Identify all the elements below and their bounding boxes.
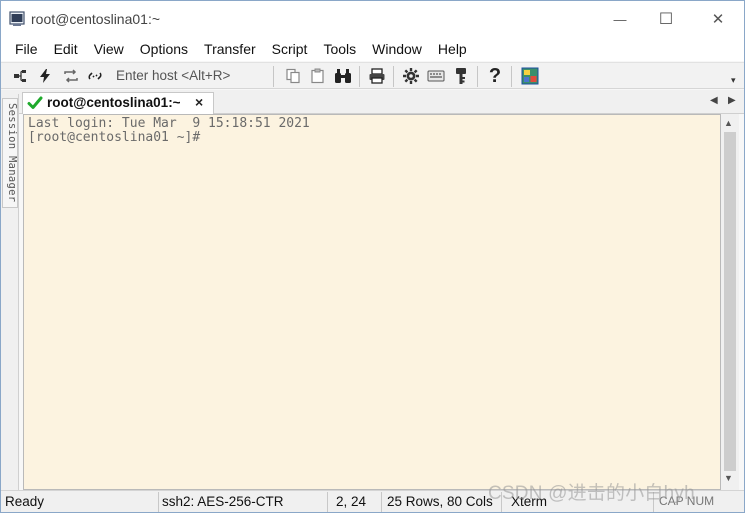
scrollbar-thumb[interactable] bbox=[724, 132, 736, 471]
session-manager-tab[interactable]: Session Manager bbox=[2, 98, 18, 208]
toolbar: Enter host <Alt+R> ? ▾ bbox=[1, 62, 744, 89]
tab-scroll-right-icon[interactable]: ▶ bbox=[728, 95, 736, 106]
tab-scroll-left-icon[interactable]: ◀ bbox=[710, 95, 718, 106]
close-button[interactable]: ✕ bbox=[695, 5, 741, 33]
tab-label: root@centoslina01:~ bbox=[47, 95, 181, 110]
sftp-icon[interactable] bbox=[519, 66, 541, 86]
enter-host-input[interactable]: Enter host <Alt+R> bbox=[116, 68, 230, 83]
key-icon[interactable] bbox=[450, 66, 472, 86]
menu-help[interactable]: Help bbox=[430, 38, 475, 60]
paste-icon[interactable] bbox=[307, 66, 329, 86]
terminal-pane[interactable]: Last login: Tue Mar 9 15:18:51 2021 [roo… bbox=[23, 114, 721, 490]
toolbar-divider bbox=[359, 66, 360, 87]
copy-icon[interactable] bbox=[282, 66, 304, 86]
status-divider bbox=[327, 492, 328, 512]
terminal-scrollbar[interactable]: ▲ ▼ bbox=[721, 114, 739, 490]
close-icon: ✕ bbox=[711, 11, 725, 28]
maximize-button[interactable]: ☐ bbox=[643, 5, 689, 33]
status-divider bbox=[158, 492, 159, 512]
minimize-button[interactable]: — bbox=[597, 5, 643, 33]
tab-close-icon[interactable]: × bbox=[195, 94, 203, 110]
securecrt-app-icon bbox=[9, 11, 25, 27]
menu-view[interactable]: View bbox=[86, 38, 132, 60]
terminal-prompt-line: [root@centoslina01 ~]# bbox=[28, 130, 201, 145]
menu-file[interactable]: File bbox=[7, 38, 46, 60]
connected-check-icon bbox=[27, 95, 43, 114]
toolbar-overflow-icon[interactable]: ▾ bbox=[731, 75, 736, 86]
menu-edit[interactable]: Edit bbox=[46, 38, 86, 60]
scroll-up-icon[interactable]: ▲ bbox=[724, 118, 733, 128]
menu-options[interactable]: Options bbox=[132, 38, 196, 60]
status-cursor-position: 2, 24 bbox=[336, 494, 367, 509]
find-icon[interactable] bbox=[332, 66, 354, 86]
keymap-icon[interactable] bbox=[425, 66, 447, 86]
session-manager-strip: Session Manager bbox=[1, 94, 19, 490]
maximize-icon: ☐ bbox=[658, 11, 674, 28]
menu-bar: File Edit View Options Transfer Script T… bbox=[1, 37, 744, 61]
toolbar-divider bbox=[477, 66, 478, 87]
status-cipher: ssh2: AES-256-CTR bbox=[162, 494, 284, 509]
menu-transfer[interactable]: Transfer bbox=[196, 38, 264, 60]
connect-icon[interactable] bbox=[10, 66, 32, 86]
settings-icon[interactable] bbox=[400, 66, 422, 86]
minimize-icon: — bbox=[613, 11, 627, 27]
status-divider bbox=[381, 492, 382, 512]
terminal-line: Last login: Tue Mar 9 15:18:51 2021 bbox=[28, 116, 310, 131]
help-icon[interactable]: ? bbox=[484, 65, 506, 87]
quick-connect-icon[interactable] bbox=[34, 66, 56, 86]
reconnect-icon[interactable] bbox=[60, 66, 82, 86]
toolbar-divider bbox=[393, 66, 394, 87]
toolbar-divider bbox=[273, 66, 274, 87]
disconnect-icon[interactable] bbox=[84, 66, 106, 86]
session-manager-label: Session Manager bbox=[6, 103, 18, 203]
toolbar-divider bbox=[511, 66, 512, 87]
status-ready: Ready bbox=[5, 494, 45, 509]
tab-session-root[interactable]: root@centoslina01:~ × bbox=[22, 92, 214, 114]
csdn-watermark: CSDN @进击的小白hyh bbox=[488, 483, 695, 504]
window-title: root@centoslina01:~ bbox=[31, 11, 161, 27]
print-icon[interactable] bbox=[366, 66, 388, 86]
scroll-down-icon[interactable]: ▼ bbox=[724, 473, 733, 483]
session-tab-bar: root@centoslina01:~ × ◀ ▶ bbox=[1, 90, 744, 114]
menu-script[interactable]: Script bbox=[264, 38, 316, 60]
app-window: root@centoslina01:~ — ☐ ✕ File Edit View… bbox=[0, 0, 745, 513]
menu-tools[interactable]: Tools bbox=[315, 38, 364, 60]
title-bar: root@centoslina01:~ — ☐ ✕ bbox=[1, 1, 744, 37]
status-terminal-size: 25 Rows, 80 Cols bbox=[387, 494, 493, 509]
menu-window[interactable]: Window bbox=[364, 38, 430, 60]
